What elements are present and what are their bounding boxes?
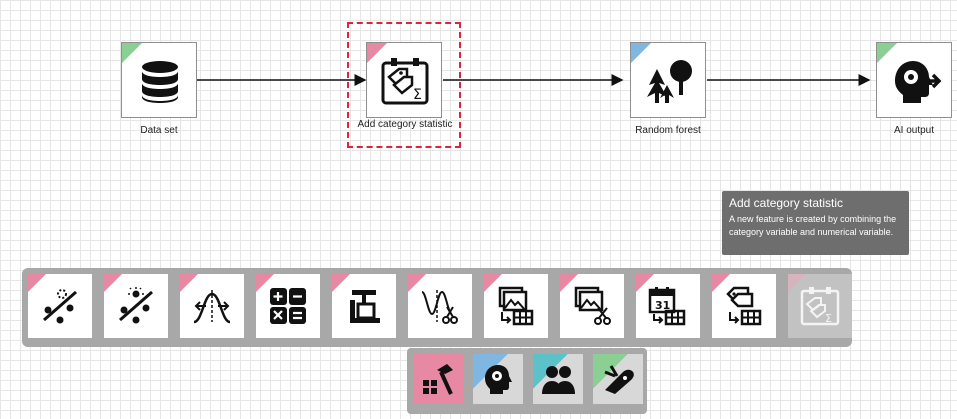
ai-output-icon	[895, 61, 941, 103]
clamp-icon	[350, 290, 380, 323]
date-to-table-icon: 31	[648, 287, 686, 326]
category-bar	[407, 348, 647, 414]
tool-image-to-table[interactable]	[484, 274, 548, 338]
category-users[interactable]	[533, 354, 583, 404]
swiss-knife-icon	[604, 365, 634, 394]
random-forest-icon	[647, 60, 692, 103]
tool-calculator[interactable]	[256, 274, 320, 338]
node-ai-output[interactable]	[876, 42, 952, 118]
node-label-random-forest: Random forest	[635, 125, 701, 136]
tool-normal-distribution[interactable]	[180, 274, 244, 338]
missing-value-ratio-icon	[43, 289, 77, 324]
category-statistic-icon: Σ	[381, 58, 429, 105]
database-icon	[142, 61, 178, 103]
calculator-icon	[270, 288, 306, 324]
node-data-set[interactable]	[121, 42, 197, 118]
tool-distribution-cut[interactable]	[408, 274, 472, 338]
tool-date-to-table[interactable]: 31	[636, 274, 700, 338]
node-label-ai-output: AI output	[893, 125, 935, 136]
node-add-category-statistic[interactable]: Σ	[366, 42, 442, 118]
category-build-tools[interactable]	[413, 354, 463, 404]
node-tooltip: Add category statistic A new feature is …	[722, 191, 909, 255]
tool-image-cut[interactable]	[560, 274, 624, 338]
tag-to-table-icon	[726, 286, 762, 326]
distribution-cut-icon	[421, 290, 458, 324]
svg-text:Σ: Σ	[413, 87, 422, 103]
normal-distribution-icon	[193, 290, 231, 324]
tool-clamp[interactable]	[332, 274, 396, 338]
category-ai[interactable]	[473, 354, 523, 404]
node-label-add-category-statistic: Add category statistic	[357, 119, 453, 130]
tool-tag-to-table[interactable]	[712, 274, 776, 338]
build-tools-icon	[423, 364, 453, 395]
node-label-data-set: Data set	[140, 125, 178, 136]
ai-head-gear-icon	[485, 365, 512, 394]
category-utilities[interactable]	[593, 354, 643, 404]
image-cut-icon	[574, 286, 611, 325]
tooltip-description: A new feature is created by combining th…	[729, 214, 897, 237]
outlier-ratio-icon	[119, 287, 153, 324]
users-icon	[542, 366, 575, 394]
tooltip-title: Add category statistic	[729, 196, 844, 210]
tool-palette: 31 Σ	[22, 268, 852, 347]
tool-missing-value-ratio[interactable]	[28, 274, 92, 338]
tool-category-statistic[interactable]: Σ	[788, 274, 852, 338]
svg-text:Σ: Σ	[825, 312, 832, 325]
node-random-forest[interactable]	[630, 42, 706, 118]
category-statistic-icon: Σ	[800, 287, 840, 326]
image-to-table-icon	[498, 286, 534, 326]
tool-outlier-ratio[interactable]	[104, 274, 168, 338]
